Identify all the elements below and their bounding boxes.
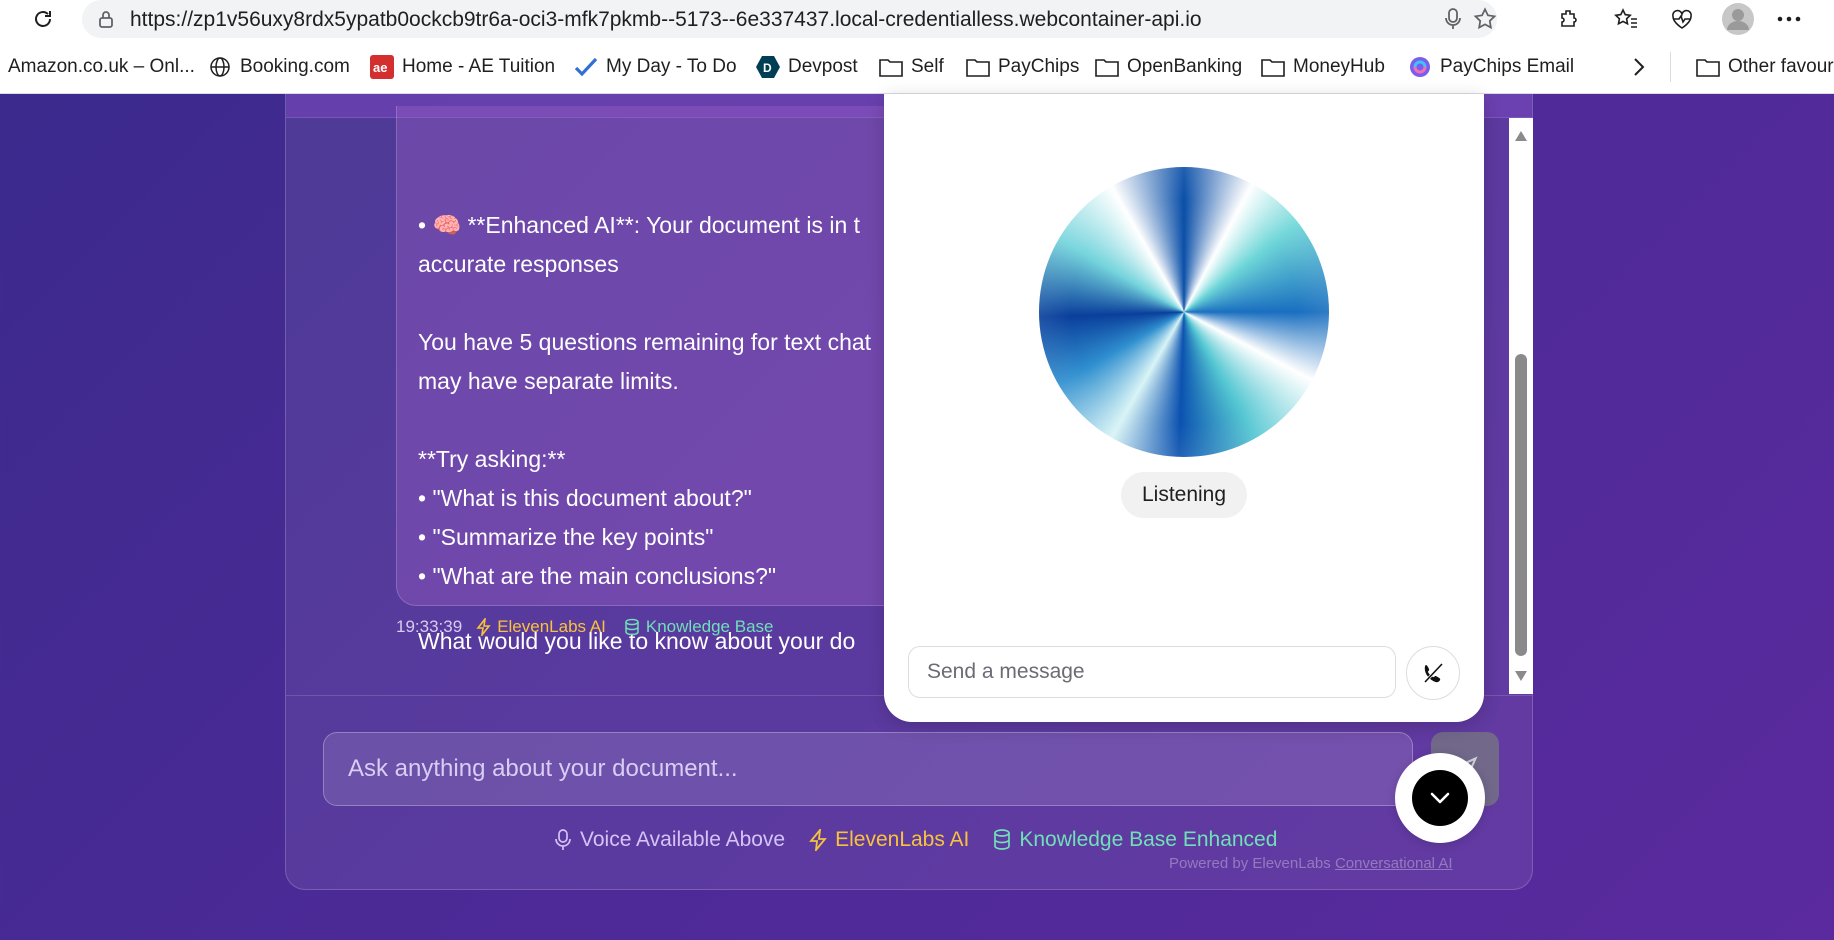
bookmark-label: Amazon.co.uk – Onl... (8, 56, 195, 77)
bookmark-folder-moneyhub[interactable]: MoneyHub (1261, 54, 1385, 80)
message-line: • "What is this document about?" (418, 485, 752, 511)
chevron-down-icon (1430, 792, 1450, 804)
powered-by: Powered by ElevenLabs Conversational AI (1169, 855, 1453, 872)
bookmarks-overflow-chevron-icon[interactable] (1632, 54, 1646, 80)
extensions-icon[interactable] (1555, 5, 1583, 33)
message-line: • "Summarize the key points" (418, 524, 714, 550)
message-line: **Try asking:** (418, 446, 566, 472)
scrollbar[interactable] (1509, 118, 1533, 694)
folder-icon (1095, 55, 1119, 79)
bookmark-label: OpenBanking (1127, 56, 1243, 77)
scroll-up-arrow-icon[interactable] (1514, 130, 1528, 142)
bookmark-label: Other favourites (1728, 56, 1834, 77)
bookmark-folder-other-favourites[interactable]: Other favourites (1696, 54, 1834, 80)
ai-capability: ElevenLabs AI (809, 828, 969, 852)
message-line: may have separate limits. (418, 368, 679, 394)
scroll-down-arrow-icon[interactable] (1514, 670, 1528, 682)
voice-orb (1039, 167, 1329, 457)
powered-by-link[interactable]: Conversational AI (1335, 855, 1453, 872)
status-badge: Listening (1121, 472, 1247, 518)
ai-capability-label: ElevenLabs AI (835, 828, 970, 851)
source-kb-label: Knowledge Base (645, 617, 774, 636)
source-kb-badge: Knowledge Base (624, 617, 774, 637)
ask-input[interactable] (323, 732, 1413, 806)
collapse-widget-button[interactable] (1395, 753, 1485, 843)
microphone-icon (554, 829, 572, 851)
site-info-icon[interactable] (96, 9, 116, 34)
capability-footer: Voice Available Above ElevenLabs AI Know… (554, 824, 1301, 856)
bookmark-label: Booking.com (240, 56, 350, 77)
url-text[interactable]: https://zp1v56uxy8rdx5ypatb0ockcb9tr6a-o… (130, 8, 1202, 32)
bookmark-ae-tuition[interactable]: ae Home - AE Tuition (370, 54, 555, 80)
browser-toolbar: https://zp1v56uxy8rdx5ypatb0ockcb9tr6a-o… (0, 0, 1834, 38)
voice-widget: Listening (884, 94, 1484, 722)
favorites-icon[interactable] (1612, 5, 1640, 33)
message-line: accurate responses (418, 251, 619, 277)
address-bar[interactable]: https://zp1v56uxy8rdx5ypatb0ockcb9tr6a-o… (82, 0, 1497, 38)
lightning-icon (476, 618, 491, 636)
message-timestamp: 19:33:39 (396, 617, 463, 636)
bookmark-label: PayChips (998, 56, 1080, 77)
microphone-icon[interactable] (1442, 7, 1464, 36)
message-line: You have 5 questions remaining for text … (418, 329, 872, 355)
database-icon (625, 618, 639, 636)
message-line: • 🧠 **Enhanced AI**: Your document is in… (418, 212, 861, 238)
voice-label: Voice Available Above (580, 828, 786, 851)
source-ai-badge: ElevenLabs AI (476, 617, 606, 637)
message-meta: 19:33:39 ElevenLabs AI Knowledge Base (396, 613, 773, 641)
reload-icon[interactable] (28, 4, 58, 34)
message-line: • "What are the main conclusions?" (418, 563, 777, 589)
source-ai-label: ElevenLabs AI (497, 617, 606, 636)
bookmark-label: Home - AE Tuition (402, 56, 556, 77)
checkmark-icon (574, 55, 598, 79)
globe-icon (208, 55, 232, 79)
browser-essentials-icon[interactable] (1668, 5, 1696, 33)
folder-icon (966, 55, 990, 79)
folder-icon (1696, 55, 1720, 79)
bookmark-label: PayChips Email (1440, 56, 1575, 77)
devpost-icon: D (756, 55, 780, 79)
bookmark-booking[interactable]: Booking.com (208, 54, 350, 80)
copilot-icon (1408, 55, 1432, 79)
bookmark-devpost[interactable]: D Devpost (756, 54, 858, 80)
bookmark-label: MoneyHub (1293, 56, 1385, 77)
bookmark-label: My Day - To Do (606, 56, 737, 77)
bookmark-label: Devpost (788, 56, 858, 77)
folder-icon (879, 55, 903, 79)
collapse-button-inner (1412, 770, 1468, 826)
bookmark-paychips-email[interactable]: PayChips Email (1408, 54, 1574, 80)
folder-icon (1261, 55, 1285, 79)
phone-hangup-icon (1423, 662, 1444, 684)
svg-text:D: D (763, 61, 772, 75)
lightning-icon (809, 829, 828, 851)
profile-avatar[interactable] (1721, 2, 1755, 36)
bookmark-folder-paychips[interactable]: PayChips (966, 54, 1079, 80)
more-options-icon[interactable] (1775, 5, 1803, 33)
widget-message-input[interactable] (908, 646, 1396, 698)
svg-text:ae: ae (373, 60, 387, 75)
bookmark-label: Self (911, 56, 944, 77)
kb-capability: Knowledge Base Enhanced (993, 828, 1277, 852)
voice-availability: Voice Available Above (554, 828, 785, 852)
bookmark-my-day[interactable]: My Day - To Do (574, 54, 737, 80)
kb-capability-label: Knowledge Base Enhanced (1019, 828, 1278, 851)
bookmark-amazon[interactable]: Amazon.co.uk – Onl... (8, 54, 195, 80)
end-call-button[interactable] (1406, 646, 1460, 700)
ae-logo-icon: ae (370, 55, 394, 79)
bookmarks-bar: Amazon.co.uk – Onl... Booking.com ae Hom… (0, 38, 1834, 94)
powered-by-text: Powered by ElevenLabs (1169, 855, 1335, 872)
favorite-star-icon[interactable] (1472, 6, 1498, 37)
bookmarks-divider (1670, 52, 1671, 82)
bookmark-folder-self[interactable]: Self (879, 54, 944, 80)
bookmark-folder-openbanking[interactable]: OpenBanking (1095, 54, 1242, 80)
database-icon (993, 829, 1011, 851)
scrollbar-thumb[interactable] (1515, 354, 1527, 656)
